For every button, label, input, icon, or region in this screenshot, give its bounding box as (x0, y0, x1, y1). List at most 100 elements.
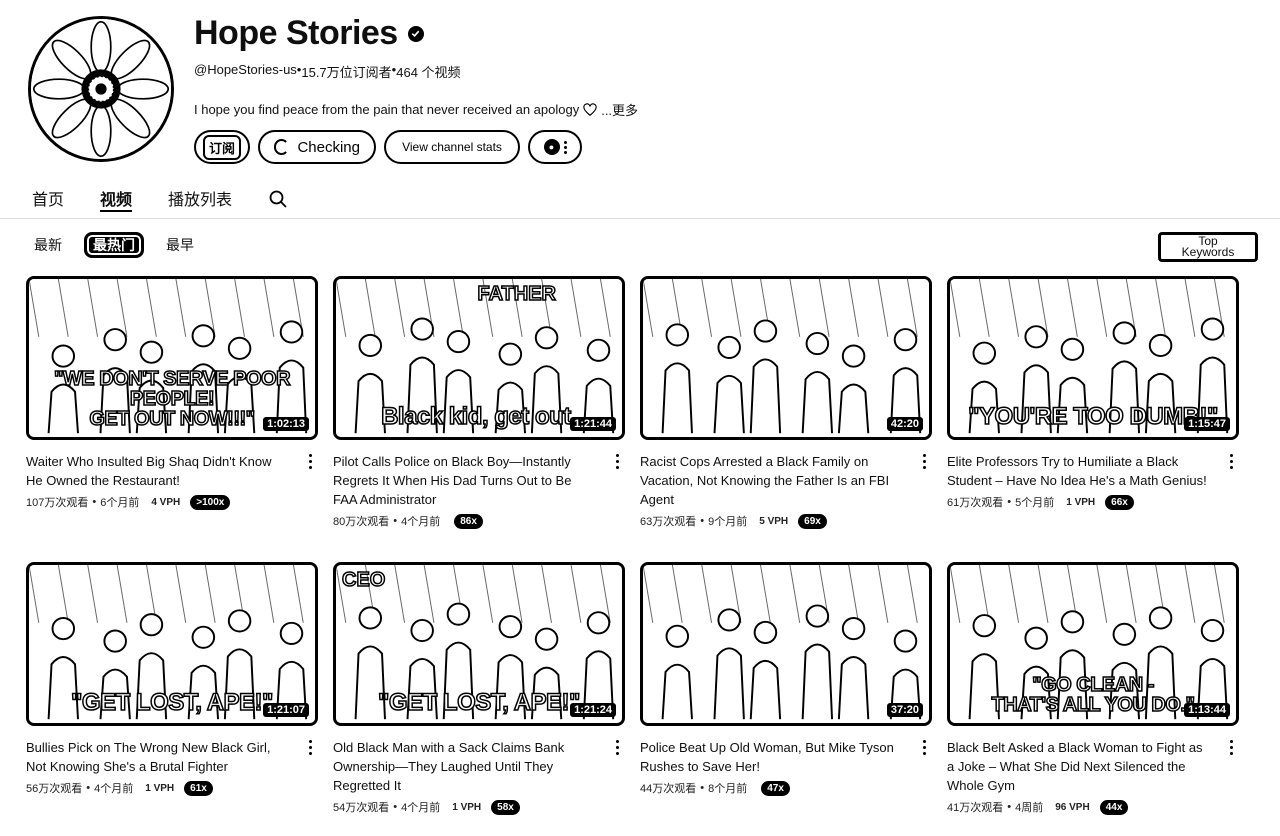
channel-actions: 订阅 Checking View channel stats ● (194, 130, 582, 164)
video-details: Waiter Who Insulted Big Shaq Didn't Know… (26, 440, 318, 510)
view-count: 56万次观看 (26, 783, 83, 795)
video-meta: 61万次观看 • 5个月前 1 VPH 66x (947, 494, 1211, 510)
filter-oldest[interactable]: 最早 (166, 232, 194, 258)
duration-badge: 1:21:24 (570, 703, 616, 717)
more-vert-icon[interactable] (918, 740, 930, 758)
outlier-badge: 61x (184, 780, 213, 796)
video-meta: 63万次观看 • 9个月前 5 VPH 69x (640, 513, 904, 529)
video-details: Old Black Man with a Sack Claims Bank Ow… (333, 726, 625, 815)
verified-icon (407, 25, 424, 42)
video-card[interactable]: "GO CLEAN - THAT'S ALL YOU DO." 1:13:44 … (947, 562, 1239, 815)
video-card[interactable]: FATHER Black kid, get out. 1:21:44 Pilot… (333, 276, 625, 529)
channel-handle: @HopeStories-us (194, 62, 297, 77)
outlier-badge: 66x (1105, 494, 1134, 510)
description-text: I hope you find peace from the pain that… (194, 102, 580, 117)
more-vert-icon[interactable] (1225, 740, 1237, 758)
filter-popular[interactable]: 最热门 (84, 232, 144, 258)
thumbnail-illustration (643, 565, 929, 723)
video-meta: 54万次观看 • 4个月前 1 VPH 58x (333, 799, 597, 815)
video-thumbnail[interactable]: "WE DON'T SERVE POOR PEOPLE! GET OUT NOW… (26, 276, 318, 440)
video-card[interactable]: "YOU'RE TOO DUMB!" 1:15:47 Elite Profess… (947, 276, 1239, 510)
upload-age: 6个月前 (100, 497, 140, 509)
channel-avatar[interactable] (28, 16, 174, 162)
view-count: 107万次观看 (26, 497, 89, 509)
view-channel-stats-button[interactable]: View channel stats (384, 130, 520, 164)
video-thumbnail[interactable]: "GET LOST, APE!" 1:21:07 (26, 562, 318, 726)
video-details: Police Beat Up Old Woman, But Mike Tyson… (640, 726, 932, 796)
video-thumbnail[interactable]: FATHER Black kid, get out. 1:21:44 (333, 276, 625, 440)
more-vert-icon[interactable] (1225, 454, 1237, 472)
outlier-badge: >100x (190, 494, 231, 510)
video-details: Racist Cops Arrested a Black Family on V… (640, 440, 932, 529)
vph-label: 96 VPH (1055, 801, 1090, 813)
video-title[interactable]: Bullies Pick on The Wrong New Black Girl… (26, 738, 290, 776)
video-thumbnail[interactable]: "YOU'RE TOO DUMB!" 1:15:47 (947, 276, 1239, 440)
video-title[interactable]: Old Black Man with a Sack Claims Bank Ow… (333, 738, 597, 795)
sunflower-icon (31, 19, 171, 159)
video-title[interactable]: Police Beat Up Old Woman, But Mike Tyson… (640, 738, 904, 776)
video-count: 464 个视频 (396, 65, 461, 80)
outlier-badge: 47x (761, 780, 790, 796)
channel-title: Hope Stories (194, 14, 424, 53)
video-card[interactable]: "GET LOST, APE!" 1:21:07 Bullies Pick on… (26, 562, 318, 796)
video-details: Black Belt Asked a Black Woman to Fight … (947, 726, 1239, 815)
outlier-badge: 44x (1099, 799, 1129, 815)
video-card[interactable]: 42:20 Racist Cops Arrested a Black Famil… (640, 276, 932, 529)
tab-playlists[interactable]: 播放列表 (168, 186, 232, 212)
duration-badge: 1:13:44 (1184, 703, 1230, 717)
view-count: 41万次观看 (947, 802, 1004, 814)
more-link[interactable]: ...更多 (601, 100, 638, 119)
filter-latest[interactable]: 最新 (34, 232, 62, 258)
top-keywords-button[interactable]: Top Keywords (1158, 232, 1258, 262)
more-vert-icon[interactable] (611, 740, 623, 758)
more-vert-icon[interactable] (918, 454, 930, 472)
video-title[interactable]: Black Belt Asked a Black Woman to Fight … (947, 738, 1211, 795)
duration-badge: 42:20 (886, 417, 923, 431)
video-title[interactable]: Pilot Calls Police on Black Boy—Instantl… (333, 452, 597, 509)
view-count: 54万次观看 (333, 802, 390, 814)
video-meta: 44万次观看 • 8个月前 47x (640, 780, 904, 796)
tabs-divider (0, 218, 1280, 219)
upload-age: 4周前 (1015, 802, 1044, 814)
video-thumbnail[interactable]: CEO "GET LOST, APE!" 1:21:24 (333, 562, 625, 726)
more-vert-icon[interactable] (304, 454, 316, 472)
video-card[interactable]: "WE DON'T SERVE POOR PEOPLE! GET OUT NOW… (26, 276, 318, 510)
outlier-badge: 86x (454, 513, 483, 529)
extension-menu-button[interactable]: ● (528, 130, 582, 164)
view-count: 44万次观看 (640, 783, 697, 795)
more-vert-icon[interactable] (611, 454, 623, 472)
vph-label: 1 VPH (1066, 496, 1096, 508)
checking-button[interactable]: Checking (258, 130, 376, 164)
vph-label: 1 VPH (145, 782, 175, 794)
outlier-badge: 69x (798, 513, 827, 529)
video-card[interactable]: 37:20 Police Beat Up Old Woman, But Mike… (640, 562, 932, 796)
outlier-badge: 58x (491, 799, 520, 815)
video-meta: 80万次观看 • 4个月前 86x (333, 513, 597, 529)
thumbnail-corner-label: FATHER (477, 282, 557, 306)
video-thumbnail[interactable]: 37:20 (640, 562, 932, 726)
video-title[interactable]: Racist Cops Arrested a Black Family on V… (640, 452, 904, 509)
video-thumbnail[interactable]: 42:20 (640, 276, 932, 440)
view-count: 80万次观看 (333, 516, 390, 528)
more-vert-icon[interactable] (304, 740, 316, 758)
heart-icon (583, 102, 597, 116)
channel-meta: @HopeStories-us • 15.7万位订阅者 • 464 个视频 (194, 62, 461, 80)
view-count: 61万次观看 (947, 497, 1004, 509)
duration-badge: 1:15:47 (1184, 417, 1230, 431)
video-thumbnail[interactable]: "GO CLEAN - THAT'S ALL YOU DO." 1:13:44 (947, 562, 1239, 726)
tab-videos[interactable]: 视频 (100, 186, 133, 212)
channel-description[interactable]: I hope you find peace from the pain that… (194, 100, 638, 119)
video-title[interactable]: Elite Professors Try to Humiliate a Blac… (947, 452, 1211, 490)
video-meta: 56万次观看 • 4个月前 1 VPH 61x (26, 780, 290, 796)
sort-filters: 最新 最热门 最早 (34, 232, 194, 258)
video-card[interactable]: CEO "GET LOST, APE!" 1:21:24 Old Black M… (333, 562, 625, 815)
upload-age: 4个月前 (94, 783, 134, 795)
subscribe-button[interactable]: 订阅 (194, 130, 250, 164)
vph-label: 4 VPH (151, 496, 181, 508)
channel-name: Hope Stories (194, 14, 398, 52)
search-icon[interactable] (268, 189, 288, 209)
tab-home[interactable]: 首页 (32, 186, 64, 212)
video-title[interactable]: Waiter Who Insulted Big Shaq Didn't Know… (26, 452, 290, 490)
video-details: Bullies Pick on The Wrong New Black Girl… (26, 726, 318, 796)
channel-tabs: 首页 视频 播放列表 (32, 186, 288, 212)
